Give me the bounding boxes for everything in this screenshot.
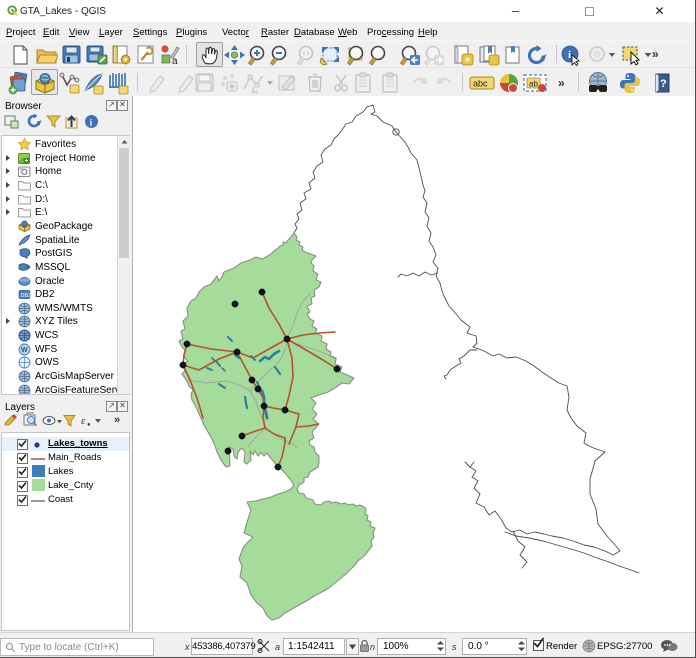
svg-text:abc: abc [473,79,488,89]
svg-text:a: a [172,56,178,66]
svg-text:i: i [568,49,571,61]
svg-text:ε: ε [81,415,86,427]
svg-text:ab: ab [529,80,538,89]
svg-text:DB2: DB2 [21,293,32,299]
svg-text:●: ● [87,422,91,428]
svg-text:?: ? [660,78,667,90]
svg-text:W: W [21,347,28,354]
